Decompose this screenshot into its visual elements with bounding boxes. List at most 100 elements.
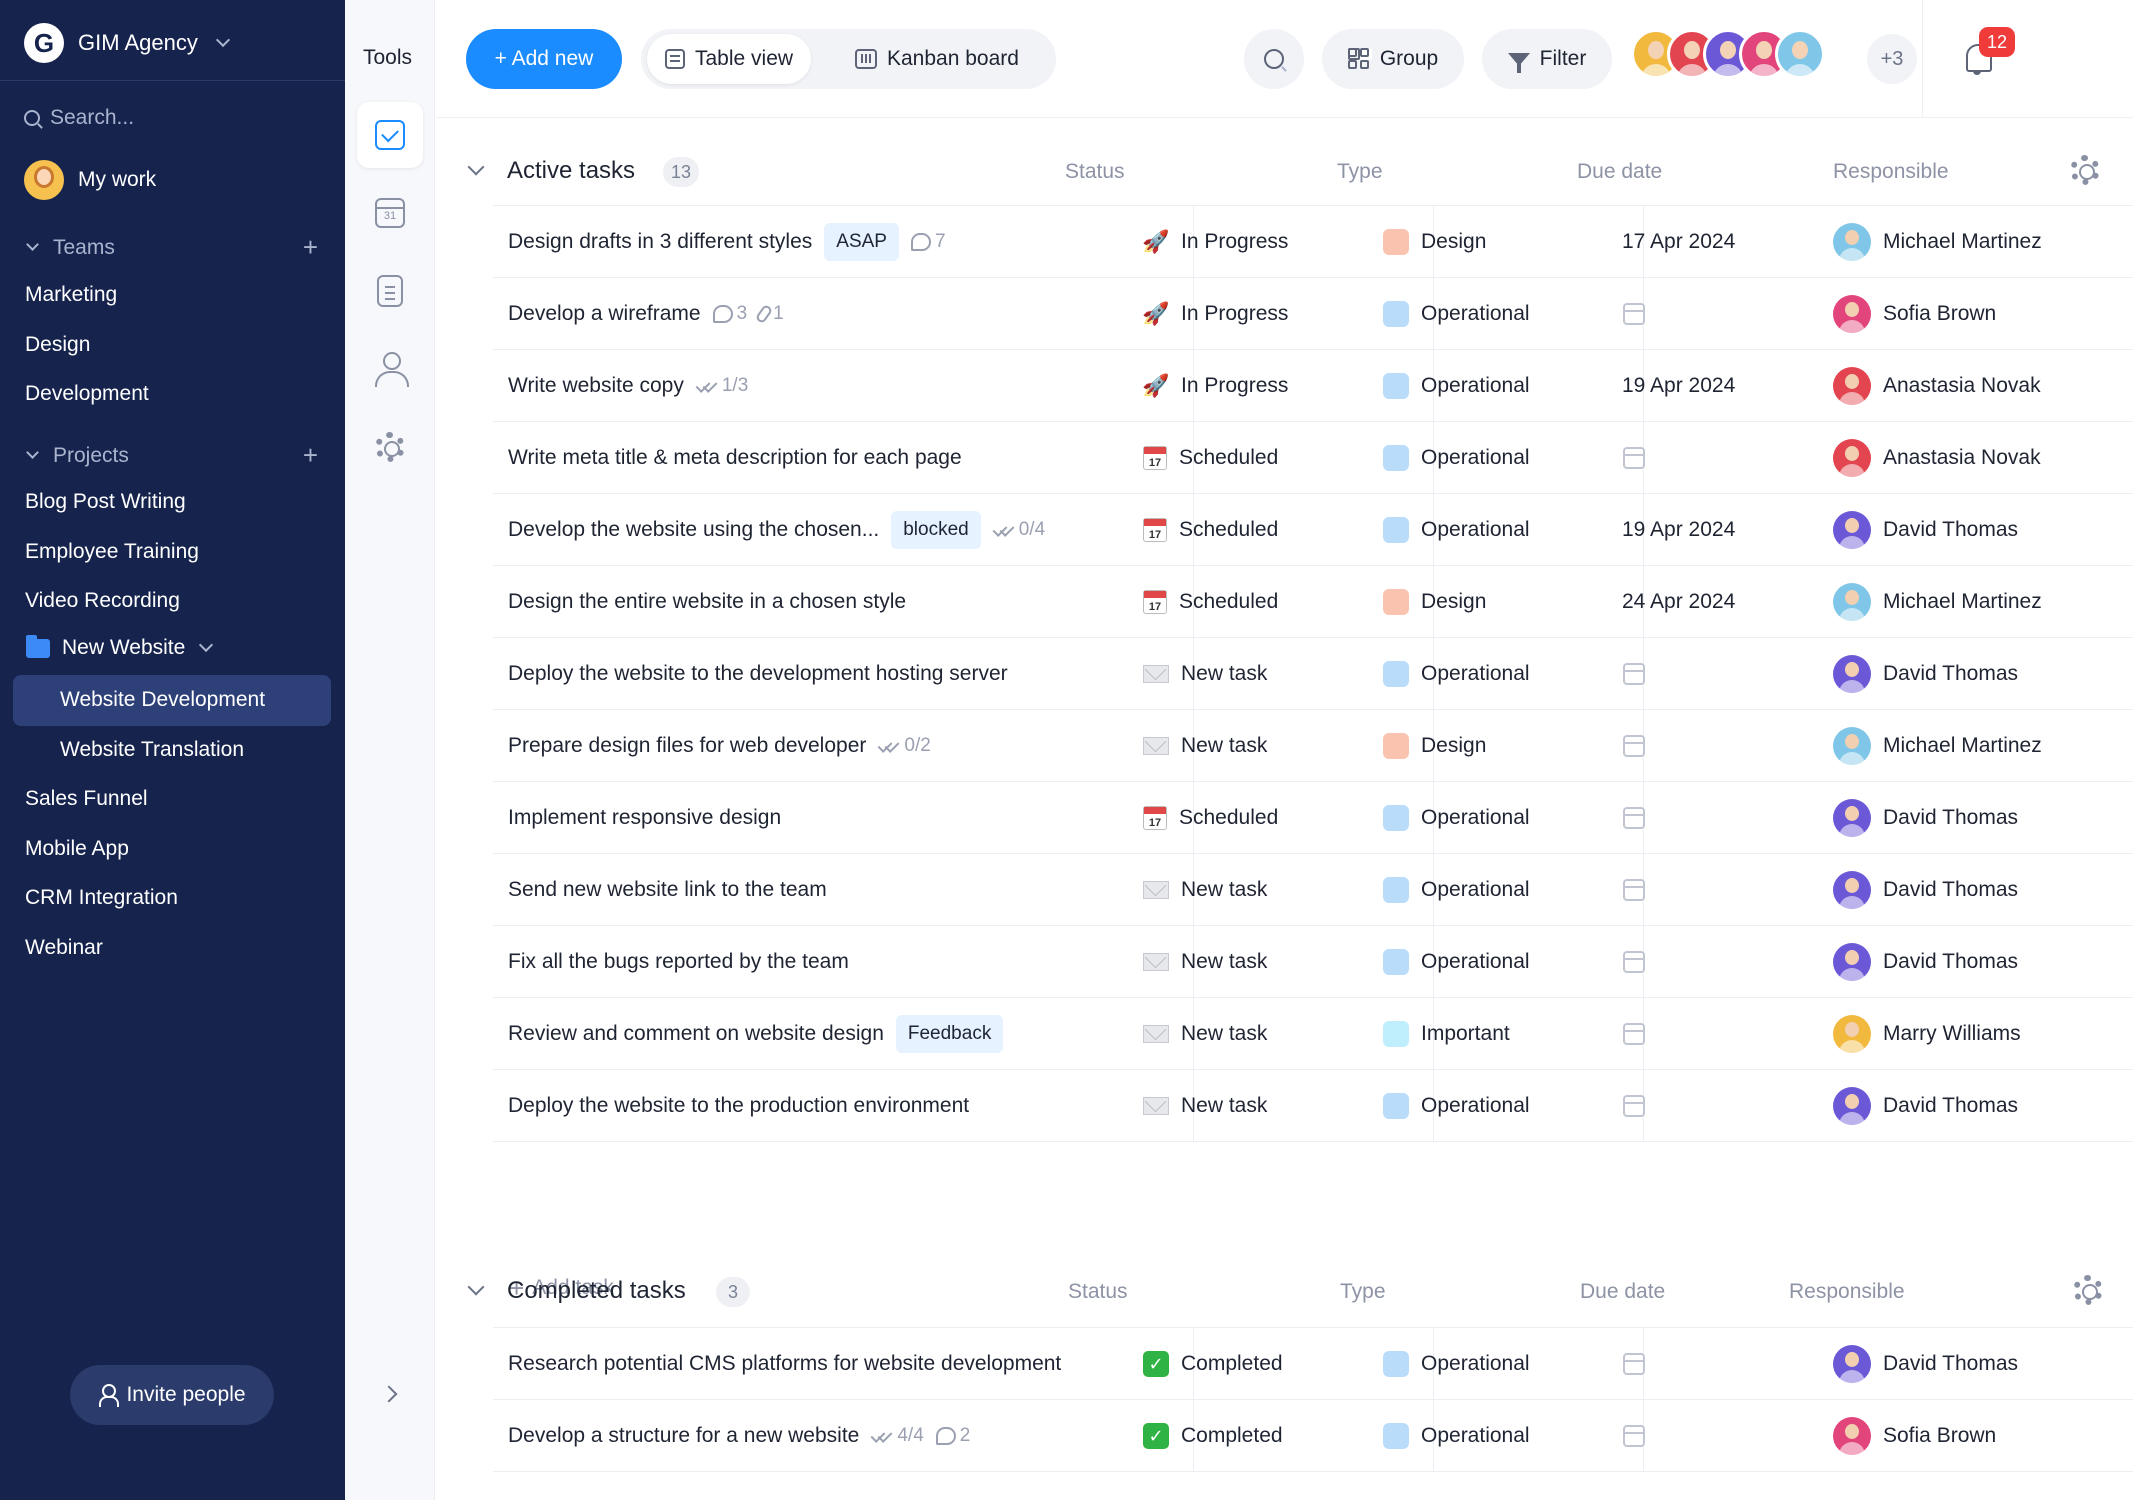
task-name-cell[interactable]: Research potential CMS platforms for web… xyxy=(508,1328,1061,1400)
task-tag[interactable]: blocked xyxy=(891,511,981,549)
task-tag[interactable]: Feedback xyxy=(895,1015,1004,1053)
column-header-status[interactable]: Status xyxy=(1068,1280,1128,1304)
sidebar-folder-new-website[interactable]: New Website xyxy=(26,634,214,660)
sidebar-item-mobile-app[interactable]: Mobile App xyxy=(25,837,129,861)
invite-people-button[interactable]: Invite people xyxy=(70,1365,274,1425)
column-header-due-date[interactable]: Due date xyxy=(1577,160,1662,184)
task-responsible-cell[interactable]: Michael Martinez xyxy=(1833,710,2042,782)
add-project-icon[interactable]: + xyxy=(303,440,318,471)
avatar[interactable] xyxy=(1775,29,1825,79)
task-name-cell[interactable]: Design the entire website in a chosen st… xyxy=(508,566,906,638)
team-avatars[interactable] xyxy=(1631,29,1825,89)
task-type-cell[interactable]: Operational xyxy=(1383,782,1530,854)
task-type-cell[interactable]: Operational xyxy=(1383,422,1530,494)
task-name-cell[interactable]: Implement responsive design xyxy=(508,782,781,854)
task-responsible-cell[interactable]: Anastasia Novak xyxy=(1833,350,2041,422)
task-type-cell[interactable]: Operational xyxy=(1383,854,1530,926)
sidebar-item-design[interactable]: Design xyxy=(25,333,90,357)
column-header-type[interactable]: Type xyxy=(1340,1280,1386,1304)
task-responsible-cell[interactable]: David Thomas xyxy=(1833,1328,2018,1400)
task-responsible-cell[interactable]: David Thomas xyxy=(1833,854,2018,926)
task-status-cell[interactable]: 🚀 In Progress xyxy=(1142,206,1288,278)
task-type-cell[interactable]: Design xyxy=(1383,206,1486,278)
task-type-cell[interactable]: Operational xyxy=(1383,638,1530,710)
task-due-cell[interactable] xyxy=(1622,926,1645,998)
sidebar-item-development[interactable]: Development xyxy=(25,382,149,406)
tool-calendar[interactable]: 31 xyxy=(357,180,423,246)
task-name-cell[interactable]: Write meta title & meta description for … xyxy=(508,422,962,494)
expand-panel-icon[interactable] xyxy=(380,1385,398,1403)
task-type-cell[interactable]: Design xyxy=(1383,566,1486,638)
task-tag[interactable]: ASAP xyxy=(824,223,899,261)
task-name-cell[interactable]: Review and comment on website design Feed… xyxy=(508,998,1004,1070)
task-name-cell[interactable]: Deploy the website to the development ho… xyxy=(508,638,1008,710)
task-due-cell[interactable] xyxy=(1622,422,1645,494)
task-due-cell[interactable]: 19 Apr 2024 xyxy=(1622,494,1735,566)
task-status-cell[interactable]: New task xyxy=(1143,998,1267,1070)
task-name-cell[interactable]: Develop a structure for a new website 4/4… xyxy=(508,1400,970,1472)
task-due-cell[interactable] xyxy=(1622,998,1645,1070)
task-type-cell[interactable]: Operational xyxy=(1383,350,1530,422)
column-header-responsible[interactable]: Responsible xyxy=(1833,160,1949,184)
task-status-cell[interactable]: New task xyxy=(1143,854,1267,926)
task-due-cell[interactable] xyxy=(1622,278,1645,350)
sidebar-item-website-translation[interactable]: Website Translation xyxy=(60,738,244,762)
table-row[interactable]: Deploy the website to the development ho… xyxy=(493,637,2133,710)
task-responsible-cell[interactable]: Anastasia Novak xyxy=(1833,422,2041,494)
filter-button[interactable]: Filter xyxy=(1482,29,1612,89)
column-header-status[interactable]: Status xyxy=(1065,160,1125,184)
tool-tasks[interactable] xyxy=(357,102,423,168)
task-status-cell[interactable]: ✓ Completed xyxy=(1143,1400,1283,1472)
table-row[interactable]: Design the entire website in a chosen st… xyxy=(493,565,2133,638)
task-responsible-cell[interactable]: David Thomas xyxy=(1833,782,2018,854)
task-responsible-cell[interactable]: Michael Martinez xyxy=(1833,566,2042,638)
tool-documents[interactable] xyxy=(357,258,423,324)
task-type-cell[interactable]: Operational xyxy=(1383,278,1530,350)
sidebar-item-my-work[interactable]: My work xyxy=(24,160,156,200)
task-name-cell[interactable]: Prepare design files for web developer 0/… xyxy=(508,710,931,782)
task-responsible-cell[interactable]: Sofia Brown xyxy=(1833,1400,1996,1472)
column-header-type[interactable]: Type xyxy=(1337,160,1383,184)
table-row[interactable]: Review and comment on website design Feed… xyxy=(493,997,2133,1070)
tab-table-view[interactable]: Table view xyxy=(647,34,812,84)
table-row[interactable]: Develop a structure for a new website 4/4… xyxy=(493,1399,2133,1472)
gear-icon[interactable] xyxy=(2070,155,2100,185)
table-row[interactable]: Write website copy 1/3 🚀 In Progress Operati… xyxy=(493,349,2133,422)
task-name-cell[interactable]: Develop the website using the chosen... b… xyxy=(508,494,1045,566)
task-type-cell[interactable]: Operational xyxy=(1383,926,1530,998)
sidebar-item-video-recording[interactable]: Video Recording xyxy=(25,589,180,613)
task-due-cell[interactable] xyxy=(1622,782,1645,854)
add-new-button[interactable]: + Add new xyxy=(466,29,622,89)
task-responsible-cell[interactable]: David Thomas xyxy=(1833,638,2018,710)
task-status-cell[interactable]: New task xyxy=(1143,1070,1267,1142)
sidebar-item-website-development[interactable]: Website Development xyxy=(60,688,265,712)
sidebar-item-marketing[interactable]: Marketing xyxy=(25,283,117,307)
table-row[interactable]: Research potential CMS platforms for web… xyxy=(493,1327,2133,1400)
task-due-cell[interactable] xyxy=(1622,1070,1645,1142)
teams-section-header[interactable]: Teams + xyxy=(26,232,318,263)
task-type-cell[interactable]: Design xyxy=(1383,710,1486,782)
task-due-cell[interactable] xyxy=(1622,1328,1645,1400)
task-due-cell[interactable] xyxy=(1622,638,1645,710)
tool-people[interactable] xyxy=(357,336,423,402)
table-row[interactable]: Implement responsive design 17 Scheduled Op… xyxy=(493,781,2133,854)
sidebar-item-employee-training[interactable]: Employee Training xyxy=(25,540,199,564)
workspace-switcher[interactable]: G GIM Agency xyxy=(24,22,230,64)
task-responsible-cell[interactable]: Marry Williams xyxy=(1833,998,2021,1070)
task-type-cell[interactable]: Operational xyxy=(1383,1328,1530,1400)
task-responsible-cell[interactable]: David Thomas xyxy=(1833,1070,2018,1142)
task-type-cell[interactable]: Operational xyxy=(1383,1400,1530,1472)
task-name-cell[interactable]: Send new website link to the team xyxy=(508,854,827,926)
task-responsible-cell[interactable]: Sofia Brown xyxy=(1833,278,1996,350)
task-name-cell[interactable]: Fix all the bugs reported by the team xyxy=(508,926,849,998)
task-responsible-cell[interactable]: David Thomas xyxy=(1833,926,2018,998)
task-status-cell[interactable]: New task xyxy=(1143,710,1267,782)
task-due-cell[interactable]: 24 Apr 2024 xyxy=(1622,566,1735,638)
chevron-down-icon[interactable] xyxy=(467,1278,485,1296)
task-responsible-cell[interactable]: David Thomas xyxy=(1833,494,2018,566)
table-row[interactable]: Deploy the website to the production env… xyxy=(493,1069,2133,1142)
sidebar-item-webinar[interactable]: Webinar xyxy=(25,936,103,960)
group-button[interactable]: Group xyxy=(1322,29,1464,89)
task-type-cell[interactable]: Operational xyxy=(1383,494,1530,566)
search-button[interactable] xyxy=(1244,29,1304,89)
